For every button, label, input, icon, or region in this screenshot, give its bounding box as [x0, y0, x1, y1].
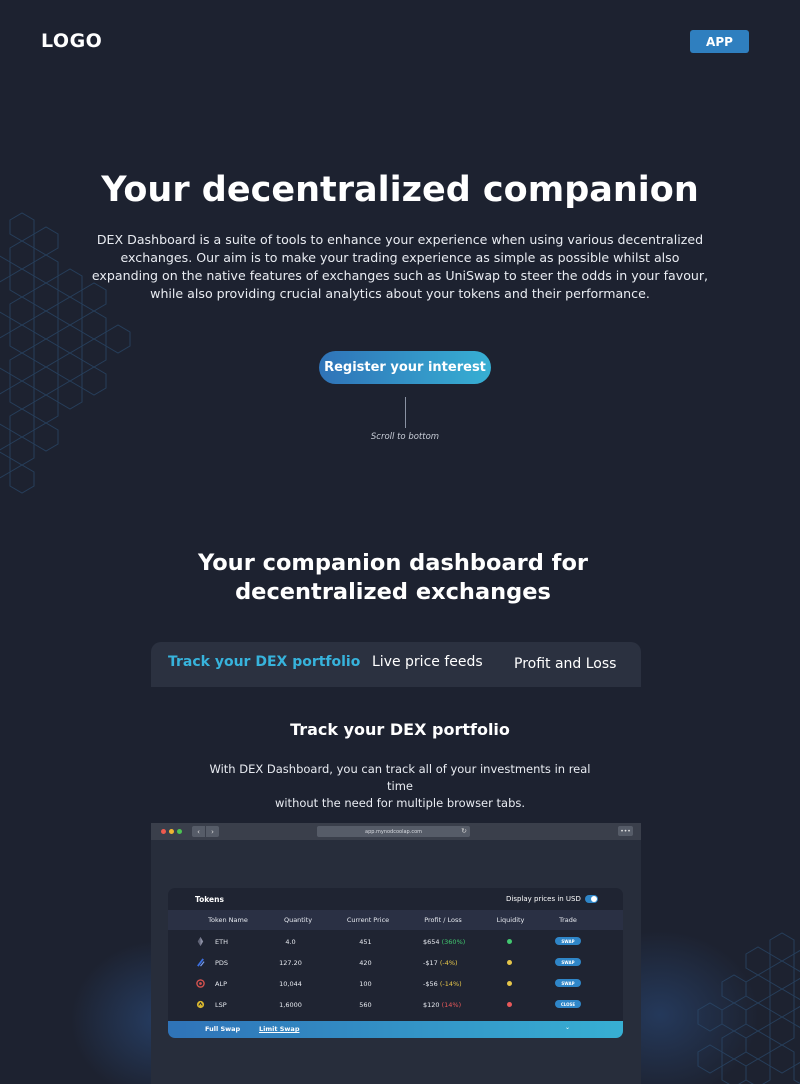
- url-text: app.mynodcoolap.com: [365, 828, 422, 835]
- column-header: Trade: [559, 916, 577, 924]
- token-price: 420: [359, 959, 372, 967]
- section-title: Your companion dashboard for decentraliz…: [0, 549, 786, 607]
- pl-percent: (14%): [441, 1001, 462, 1009]
- lsp-icon: [196, 1000, 205, 1009]
- token-name: ETH: [215, 938, 228, 946]
- feature-description-line2: without the need for multiple browser ta…: [274, 796, 526, 810]
- pl-percent: (-14%): [439, 980, 462, 988]
- scroll-hint[interactable]: Scroll to bottom: [0, 432, 800, 442]
- feature-description: With DEX Dashboard, you can track all of…: [200, 761, 600, 812]
- table-header: Token Name Quantity Current Price Profit…: [168, 910, 623, 930]
- section-title-line1: Your companion dashboard for: [197, 550, 589, 576]
- liquidity-indicator: [507, 960, 512, 965]
- eth-icon: [197, 937, 204, 946]
- token-quantity: 4.0: [285, 938, 296, 946]
- token-profit-loss: $654 (360%): [423, 938, 465, 946]
- display-usd-toggle[interactable]: [585, 895, 598, 903]
- display-usd-label: Display prices in USD: [506, 895, 581, 903]
- pl-value: -$56: [423, 980, 438, 988]
- swap-button[interactable]: SWAP: [555, 979, 581, 987]
- column-header: Liquidity: [496, 916, 525, 924]
- column-header: Token Name: [208, 916, 248, 924]
- pl-percent: (360%): [441, 938, 466, 946]
- hexagon-pattern-right: [697, 932, 800, 1084]
- register-interest-button[interactable]: Register your interest: [319, 351, 491, 384]
- token-quantity: 10,044: [279, 980, 302, 988]
- token-price: 560: [359, 1001, 372, 1009]
- browser-nav-buttons: ‹ ›: [192, 826, 219, 837]
- close-button[interactable]: CLOSE: [555, 1000, 581, 1008]
- token-price: 100: [359, 980, 372, 988]
- browser-toolbar: ‹ › app.mynodcoolap.com ↻ •••: [151, 823, 641, 840]
- hero-description: DEX Dashboard is a suite of tools to enh…: [91, 232, 709, 301]
- browser-mockup: ‹ › app.mynodcoolap.com ↻ ••• Tokens Dis…: [151, 823, 641, 1084]
- feature-description-line1: With DEX Dashboard, you can track all of…: [209, 762, 591, 793]
- token-name: PDS: [215, 959, 229, 967]
- more-options-button[interactable]: •••: [618, 826, 633, 836]
- reload-icon[interactable]: ↻: [461, 827, 467, 835]
- table-row[interactable]: PDS 127.20 420 -$17 (-4%) SWAP: [168, 953, 623, 974]
- close-dot-icon: [161, 829, 166, 834]
- token-profit-loss: $120 (14%): [423, 1001, 461, 1009]
- liquidity-indicator: [507, 1002, 512, 1007]
- table-row[interactable]: LSP 1,6000 560 $120 (14%) CLOSE: [168, 995, 623, 1016]
- token-price: 451: [359, 938, 372, 946]
- limit-swap-tab[interactable]: Limit Swap: [259, 1025, 299, 1033]
- liquidity-indicator: [507, 981, 512, 986]
- table-row[interactable]: ETH 4.0 451 $654 (360%) SWAP: [168, 932, 623, 953]
- logo[interactable]: LOGO: [41, 30, 102, 52]
- swap-button[interactable]: SWAP: [555, 937, 581, 945]
- token-profit-loss: -$17 (-4%): [423, 959, 458, 967]
- pl-percent: (-4%): [439, 959, 458, 967]
- column-header: Current Price: [346, 916, 390, 924]
- alp-icon: [196, 979, 205, 988]
- liquidity-indicator: [507, 939, 512, 944]
- pl-value: $120: [423, 1001, 440, 1009]
- hero-title: Your decentralized companion: [101, 170, 699, 210]
- column-header: Quantity: [283, 916, 313, 924]
- tokens-panel: Tokens Display prices in USD Token Name …: [168, 888, 623, 1038]
- chevron-down-icon[interactable]: ⌄: [565, 1024, 570, 1031]
- token-quantity: 127.20: [279, 959, 302, 967]
- swap-bar: Full Swap Limit Swap ⌄: [168, 1021, 623, 1038]
- minimize-dot-icon: [169, 829, 174, 834]
- back-arrow-icon[interactable]: ‹: [192, 826, 206, 837]
- column-header: Profit / Loss: [424, 916, 462, 924]
- pds-icon: [197, 958, 205, 967]
- token-profit-loss: -$56 (-14%): [423, 980, 462, 988]
- app-button[interactable]: APP: [690, 30, 749, 53]
- feature-title: Track your DEX portfolio: [290, 720, 510, 739]
- swap-button[interactable]: SWAP: [555, 958, 581, 966]
- tab-live-price-feeds[interactable]: Live price feeds: [372, 654, 483, 670]
- token-quantity: 1,6000: [279, 1001, 302, 1009]
- forward-arrow-icon[interactable]: ›: [206, 826, 219, 837]
- pl-value: $654: [423, 938, 440, 946]
- tab-profit-and-loss[interactable]: Profit and Loss: [514, 656, 616, 672]
- full-swap-tab[interactable]: Full Swap: [205, 1025, 240, 1033]
- token-name: LSP: [215, 1001, 227, 1009]
- url-bar[interactable]: app.mynodcoolap.com ↻: [317, 826, 470, 837]
- table-row[interactable]: ALP 10,044 100 -$56 (-14%) SWAP: [168, 974, 623, 995]
- token-name: ALP: [215, 980, 227, 988]
- feature-tabs: Track your DEX portfolio Live price feed…: [151, 642, 641, 687]
- pl-value: -$17: [423, 959, 438, 967]
- maximize-dot-icon: [177, 829, 182, 834]
- section-title-line2: decentralized exchanges: [235, 579, 551, 605]
- tab-track-portfolio[interactable]: Track your DEX portfolio: [168, 654, 360, 670]
- tokens-title: Tokens: [195, 895, 224, 904]
- scroll-indicator-line: [405, 397, 406, 428]
